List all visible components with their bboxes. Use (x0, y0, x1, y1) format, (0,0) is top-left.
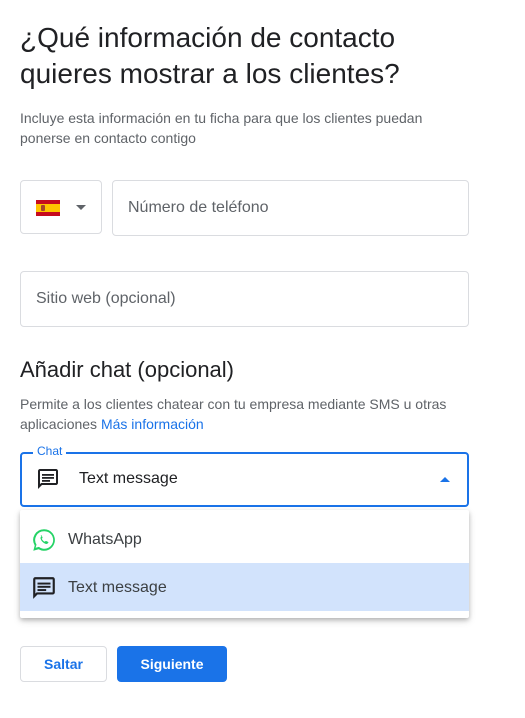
next-button[interactable]: Siguiente (117, 646, 227, 682)
phone-number-input[interactable] (112, 180, 469, 236)
chat-field-label: Chat (33, 444, 67, 458)
page-subtitle: Incluye esta información en tu ficha par… (20, 110, 423, 146)
chevron-down-icon (76, 205, 86, 210)
chat-select[interactable]: Text message (20, 452, 469, 507)
chat-description-text: Permite a los clientes chatear con tu em… (20, 396, 447, 432)
option-whatsapp[interactable]: WhatsApp (20, 515, 469, 563)
option-whatsapp-label: WhatsApp (68, 531, 142, 548)
spain-flag-icon (36, 200, 60, 216)
chat-description: Permite a los clientes chatear con tu em… (20, 394, 470, 434)
skip-button[interactable]: Saltar (20, 646, 107, 682)
country-code-select[interactable] (20, 180, 102, 234)
website-input[interactable] (20, 271, 469, 327)
option-text-message[interactable]: Text message (20, 563, 469, 611)
sms-icon (33, 577, 55, 599)
chat-options-menu: WhatsApp Text message (20, 510, 469, 618)
chat-section-title: Añadir chat (opcional) (20, 357, 235, 382)
whatsapp-icon (33, 529, 55, 551)
option-text-message-label: Text message (68, 579, 167, 596)
sms-icon (38, 469, 58, 489)
chevron-up-icon (440, 477, 450, 482)
page-title: ¿Qué información de contacto quieres mos… (20, 22, 400, 89)
chat-selected-value: Text message (79, 470, 178, 487)
more-info-link[interactable]: Más información (101, 416, 204, 432)
